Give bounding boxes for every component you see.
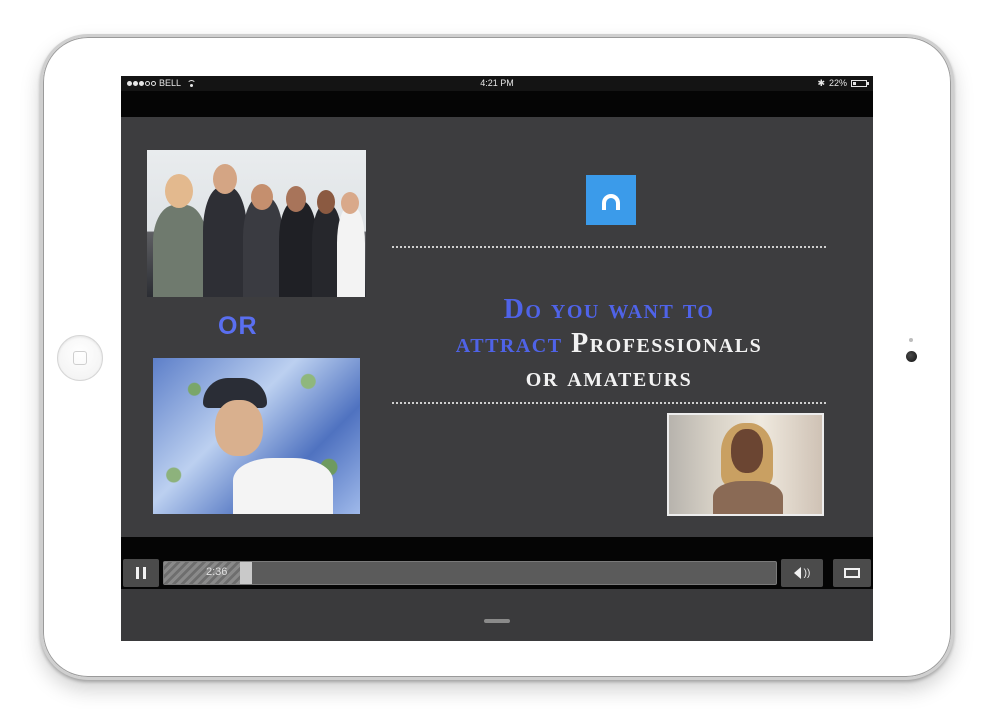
professionals-photo bbox=[147, 150, 366, 297]
played-portion bbox=[164, 562, 244, 584]
home-button[interactable] bbox=[57, 335, 103, 381]
status-bar: BELL 4:21 PM ✱ 22% bbox=[121, 76, 873, 91]
or-label: OR bbox=[218, 312, 258, 340]
home-square-icon bbox=[73, 351, 87, 365]
amateur-photo bbox=[153, 358, 360, 514]
speaker-icon bbox=[793, 567, 801, 579]
status-right: ✱ 22% bbox=[817, 76, 869, 91]
divider-bottom bbox=[392, 402, 826, 404]
bluetooth-icon: ✱ bbox=[817, 78, 825, 88]
pause-button[interactable] bbox=[123, 559, 159, 587]
video-frame[interactable]: OR Do you want to attract Professionals … bbox=[121, 117, 873, 537]
seek-bar[interactable]: 2:36 bbox=[163, 561, 777, 585]
status-time: 4:21 PM bbox=[480, 78, 514, 88]
drag-handle[interactable] bbox=[484, 619, 510, 623]
presenter-webcam bbox=[667, 413, 824, 516]
headline-line-1: Do you want to bbox=[503, 294, 715, 325]
battery-percent: 22% bbox=[828, 78, 847, 88]
magnet-logo-icon bbox=[586, 175, 636, 225]
fullscreen-icon bbox=[844, 568, 860, 578]
device-screen: BELL 4:21 PM ✱ 22% OR Do you want to att… bbox=[121, 76, 873, 641]
divider-top bbox=[392, 246, 826, 248]
front-camera bbox=[906, 351, 917, 362]
controls-band bbox=[121, 537, 873, 557]
bottom-bar bbox=[121, 589, 873, 641]
sound-waves-icon: )) bbox=[803, 567, 811, 579]
current-time: 2:36 bbox=[206, 566, 228, 578]
slide-headline: Do you want to attract Professionals or … bbox=[392, 293, 826, 395]
pause-icon bbox=[136, 567, 146, 579]
headline-line-3: or amateurs bbox=[525, 362, 693, 393]
volume-button[interactable]: )) bbox=[781, 559, 823, 587]
light-sensor bbox=[909, 338, 913, 342]
seek-thumb[interactable] bbox=[240, 562, 252, 584]
player-controls: 2:36 )) bbox=[121, 557, 873, 589]
video-letterbox-top bbox=[121, 91, 873, 117]
headline-line-2-blue: attract bbox=[455, 328, 572, 359]
headline-line-2-white: Professionals bbox=[571, 328, 763, 359]
fullscreen-button[interactable] bbox=[833, 559, 871, 587]
battery-icon bbox=[851, 80, 869, 87]
